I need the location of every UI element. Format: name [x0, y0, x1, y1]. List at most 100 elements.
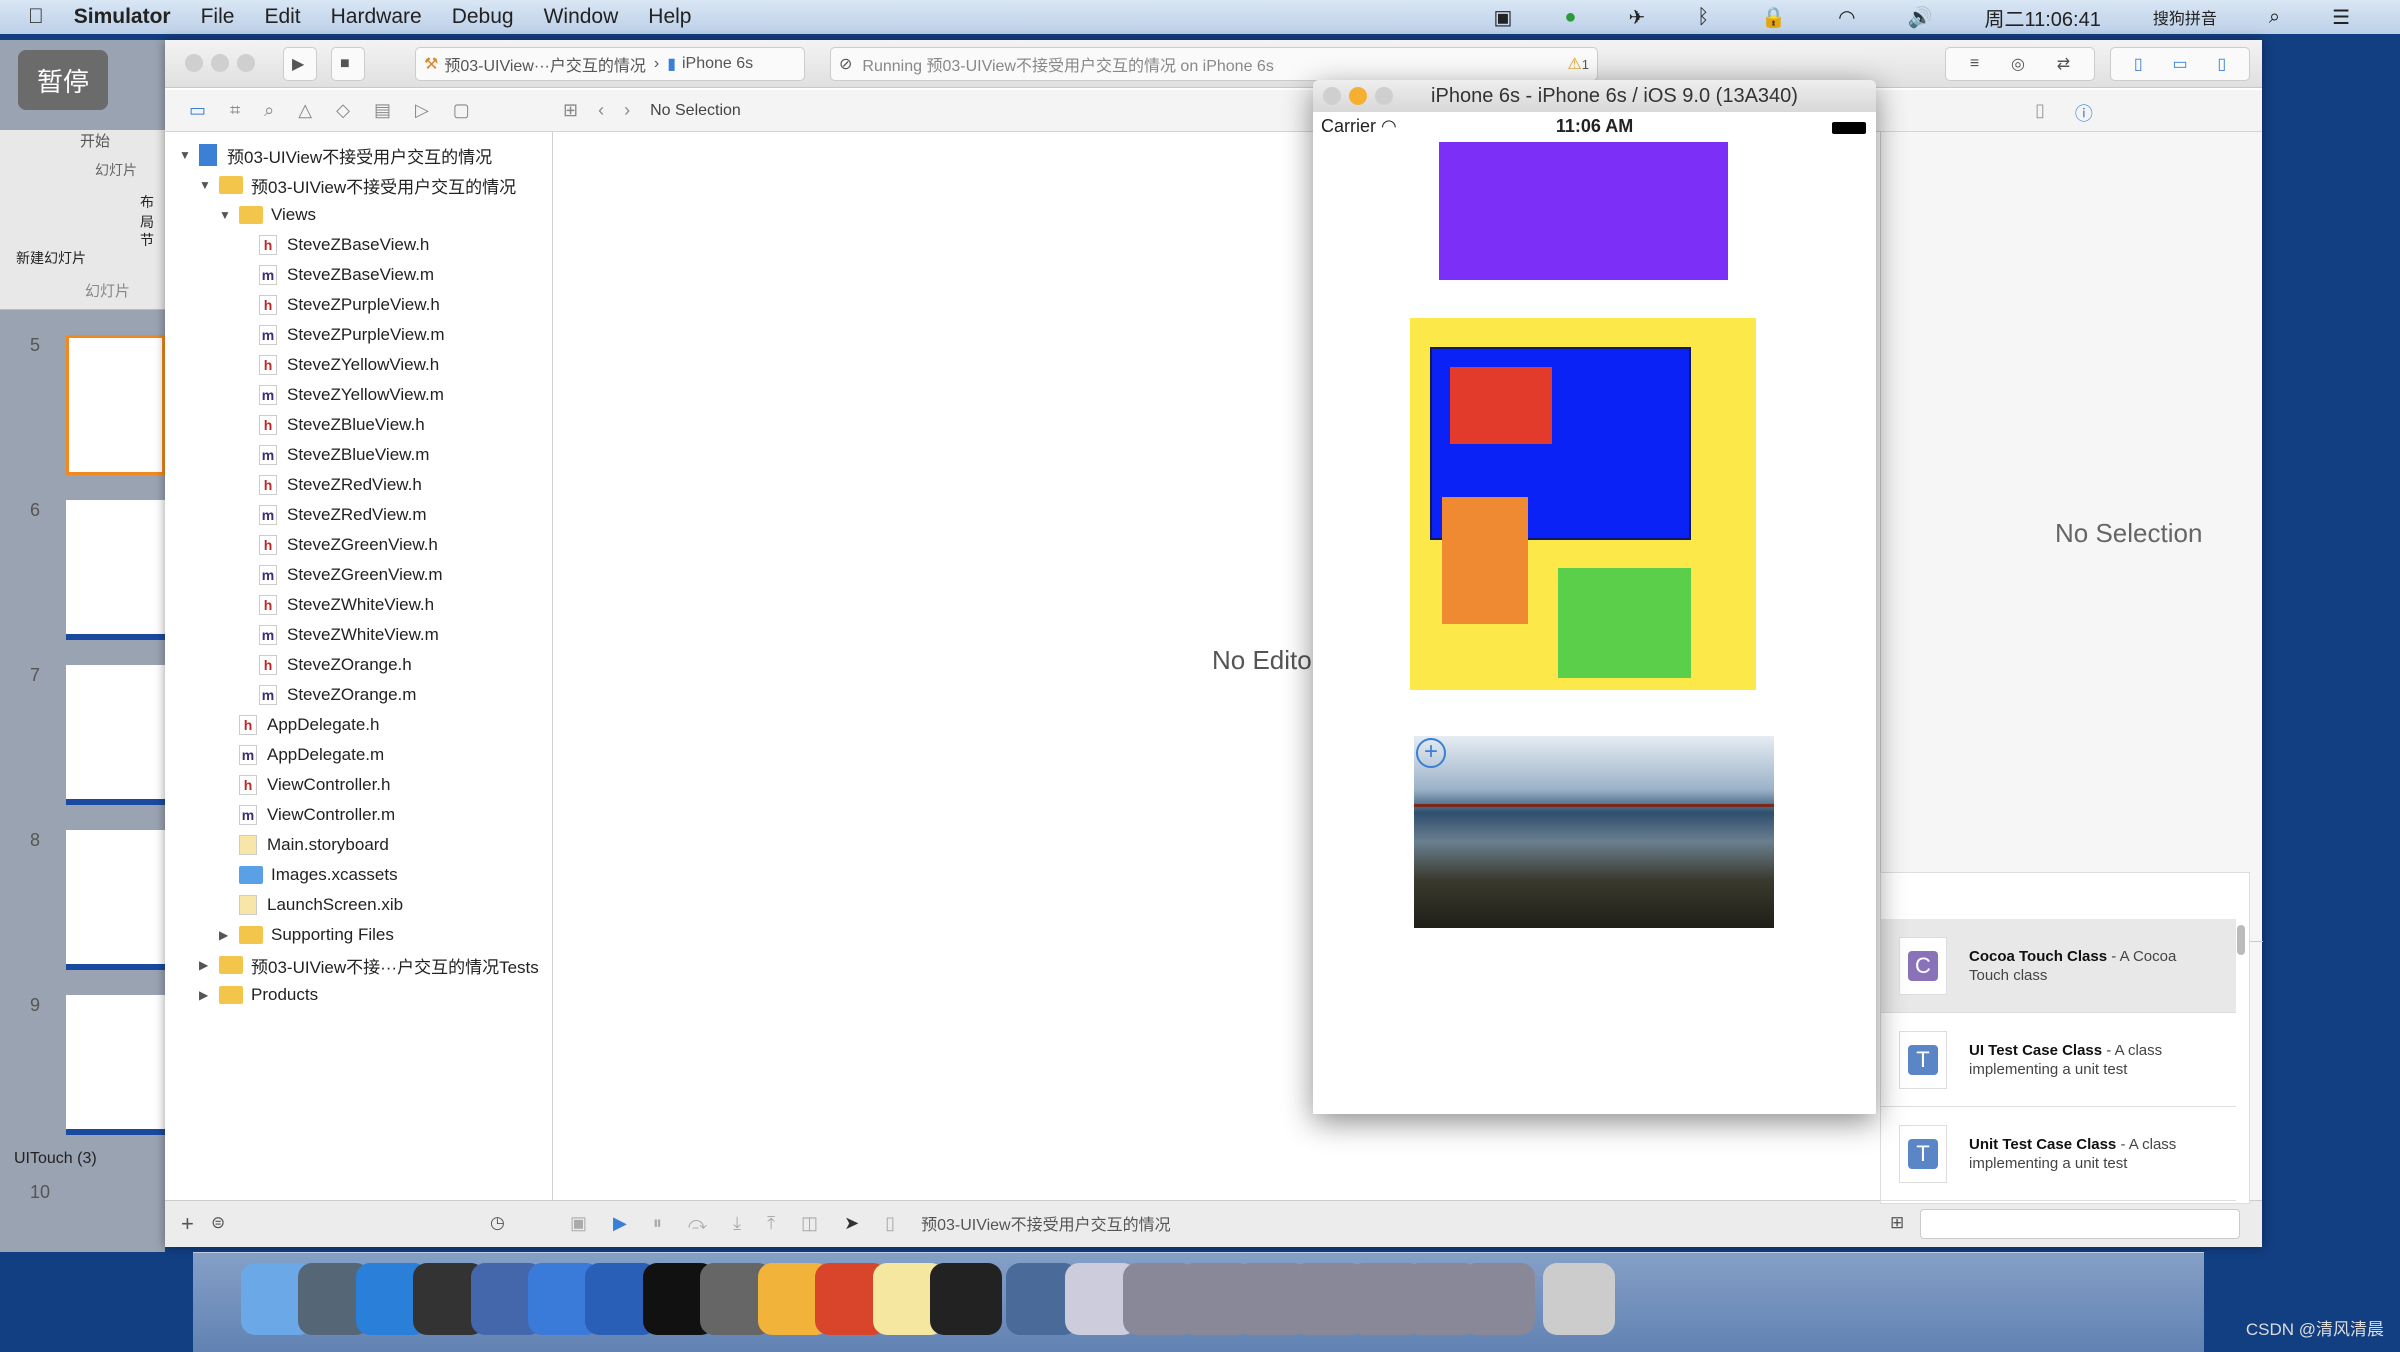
sync-icon[interactable]: ●: [1564, 6, 1576, 29]
standard-editor-icon[interactable]: ≡: [1970, 55, 1979, 73]
airplane-icon[interactable]: ✈: [1628, 5, 1645, 30]
menu-debug[interactable]: Debug: [452, 5, 514, 29]
stop-button[interactable]: ■: [331, 47, 365, 81]
back-icon[interactable]: ‹: [598, 100, 604, 121]
location-icon[interactable]: ➤: [844, 1213, 859, 1234]
slides-tab[interactable]: 幻灯片: [85, 280, 130, 301]
filter-icon[interactable]: ⊜: [211, 1213, 225, 1233]
folder-icon[interactable]: ▭: [189, 100, 206, 121]
tab-home[interactable]: 开始: [80, 130, 110, 151]
sim-zoom-button[interactable]: [1375, 87, 1393, 105]
navigator-item[interactable]: m SteveZOrange.m: [259, 680, 416, 710]
camera-icon[interactable]: ▣: [1493, 5, 1512, 30]
forward-icon[interactable]: ›: [624, 100, 630, 121]
debug-icon[interactable]: ▤: [374, 100, 391, 121]
menu-hardware[interactable]: Hardware: [331, 5, 422, 29]
breakpoints-toggle-icon[interactable]: ▶: [613, 1213, 627, 1234]
navigator-item[interactable]: h ViewController.h: [239, 770, 390, 800]
navigator-item[interactable]: ▶ Products: [199, 980, 318, 1010]
navigator-item[interactable]: h SteveZWhiteView.h: [259, 590, 434, 620]
file-inspector-icon[interactable]: ▯: [2035, 100, 2045, 126]
scheme-selector[interactable]: ⚒ 预03-UIView···户交互的情况 › ▮ iPhone 6s: [415, 47, 805, 81]
green-view[interactable]: [1558, 568, 1691, 678]
sim-close-button[interactable]: [1323, 87, 1341, 105]
navigator-item[interactable]: Images.xcassets: [239, 860, 398, 890]
zoom-button[interactable]: [237, 54, 255, 72]
close-button[interactable]: [185, 54, 203, 72]
library-scrollbar[interactable]: [2237, 925, 2245, 955]
navigator-item[interactable]: ▼ 预03-UIView不接受用户交互的情况: [199, 170, 516, 200]
debug-toggle-icon[interactable]: ▭: [2172, 54, 2187, 74]
library-filter-input[interactable]: [1920, 1209, 2240, 1239]
lock-icon[interactable]: 🔒: [1761, 5, 1786, 30]
section-button[interactable]: 节: [140, 230, 154, 250]
menu-help[interactable]: Help: [648, 5, 691, 29]
menu-app[interactable]: Simulator: [74, 5, 171, 29]
wifi-icon[interactable]: ◠: [1838, 5, 1855, 30]
report-icon[interactable]: ▢: [453, 100, 470, 121]
library-item[interactable]: T UI Test Case Class - A class implement…: [1881, 1013, 2236, 1107]
hide-debug-icon[interactable]: ▣: [570, 1213, 587, 1234]
navigator-item[interactable]: h AppDelegate.h: [239, 710, 379, 740]
utilities-toggle-icon[interactable]: ▯: [2217, 54, 2226, 74]
navigator-item[interactable]: m SteveZPurpleView.m: [259, 320, 444, 350]
breakpoint-icon[interactable]: ▷: [415, 100, 429, 121]
clock[interactable]: 周二11:06:41: [1984, 3, 2100, 32]
navigator-item[interactable]: h SteveZBlueView.h: [259, 410, 425, 440]
navigator-item[interactable]: Main.storyboard: [239, 830, 389, 860]
menu-file[interactable]: File: [201, 5, 235, 29]
slide-thumbnail[interactable]: [66, 500, 165, 640]
navigator-toggle-icon[interactable]: ▯: [2134, 54, 2143, 74]
slide-thumbnail[interactable]: [66, 335, 165, 475]
slide-thumbnail[interactable]: [66, 665, 165, 805]
navigator-item[interactable]: h SteveZGreenView.h: [259, 530, 438, 560]
navigator-item[interactable]: ▶ Supporting Files: [219, 920, 394, 950]
target-icon[interactable]: ▯: [885, 1213, 895, 1234]
editor-mode-group[interactable]: ≡ ◎ ⇄: [1945, 47, 2095, 81]
navigator-item[interactable]: m ViewController.m: [239, 800, 395, 830]
navigator-item[interactable]: h SteveZBaseView.h: [259, 230, 429, 260]
navigator-item[interactable]: h SteveZYellowView.h: [259, 350, 439, 380]
add-icon[interactable]: +: [1416, 738, 1446, 768]
navigator-item[interactable]: m SteveZBaseView.m: [259, 260, 434, 290]
panel-toggle-group[interactable]: ▯ ▭ ▯: [2110, 47, 2250, 81]
assistant-editor-icon[interactable]: ◎: [2011, 54, 2025, 74]
pause-button[interactable]: 暂停: [18, 50, 108, 110]
navigator-item[interactable]: ▶ 预03-UIView不接···户交互的情况Tests: [199, 950, 539, 980]
view-debugger-icon[interactable]: ◫: [801, 1213, 818, 1234]
orange-view[interactable]: [1442, 497, 1528, 624]
disclosure-open-icon[interactable]: ▼: [199, 178, 213, 192]
layout-button[interactable]: 布局: [140, 192, 165, 232]
disclosure-open-icon[interactable]: ▼: [179, 148, 193, 162]
bluetooth-icon[interactable]: ᛒ: [1697, 6, 1709, 29]
run-button[interactable]: ▶: [283, 47, 317, 81]
red-view[interactable]: [1450, 367, 1552, 444]
section-header[interactable]: UITouch (3): [14, 1150, 97, 1168]
add-icon[interactable]: +: [181, 1211, 194, 1237]
slide-thumbnail[interactable]: [66, 830, 165, 970]
navigator-item[interactable]: m SteveZGreenView.m: [259, 560, 443, 590]
spotlight-icon[interactable]: ⌕: [2269, 6, 2280, 29]
apple-icon[interactable]: : [28, 5, 44, 29]
grid-icon[interactable]: ⊞: [563, 100, 578, 121]
purple-view[interactable]: [1439, 142, 1728, 280]
disclosure-closed-icon[interactable]: ▶: [199, 988, 213, 1002]
step-into-icon[interactable]: ⤓: [733, 1213, 741, 1234]
grid-view-icon[interactable]: ⊞: [1890, 1213, 1904, 1233]
navigator-item[interactable]: h SteveZPurpleView.h: [259, 290, 440, 320]
navigator-item[interactable]: ▼ Views: [219, 200, 316, 230]
pause-debug-icon[interactable]: ⏸: [653, 1213, 662, 1234]
disclosure-closed-icon[interactable]: ▶: [199, 958, 213, 972]
volume-icon[interactable]: 🔊: [1908, 5, 1933, 30]
navigator-item[interactable]: m SteveZYellowView.m: [259, 380, 444, 410]
dock-trash-icon[interactable]: [1543, 1263, 1615, 1335]
search-icon[interactable]: ⌕: [264, 100, 274, 121]
sim-minimize-button[interactable]: [1349, 87, 1367, 105]
disclosure-open-icon[interactable]: ▼: [219, 208, 233, 222]
recent-icon[interactable]: ◷: [490, 1213, 505, 1233]
navigator-item[interactable]: m SteveZRedView.m: [259, 500, 427, 530]
dock-window-7-icon[interactable]: [1463, 1263, 1535, 1335]
issue-icon[interactable]: △: [298, 100, 312, 121]
simulator-title-bar[interactable]: iPhone 6s - iPhone 6s / iOS 9.0 (13A340): [1313, 80, 1876, 112]
navigator-item[interactable]: LaunchScreen.xib: [239, 890, 403, 920]
